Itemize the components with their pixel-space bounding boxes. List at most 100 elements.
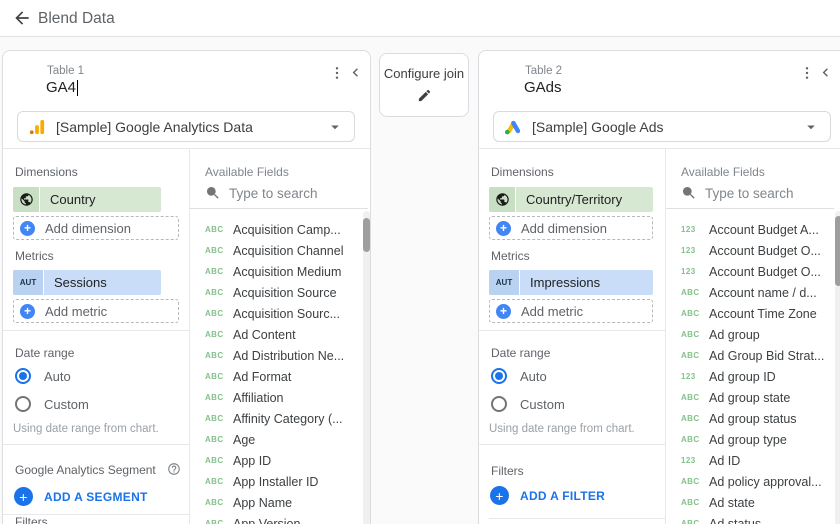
aggregation-badge: AUT bbox=[13, 270, 44, 295]
ga-segment-label: Google Analytics Segment bbox=[15, 463, 156, 477]
field-row[interactable]: ABC Affinity Category (... bbox=[205, 408, 361, 429]
date-custom-radio[interactable]: Custom bbox=[491, 396, 565, 412]
field-row[interactable]: ABC Ad group bbox=[681, 324, 833, 345]
dimension-chip-country-territory[interactable]: Country/Territory bbox=[489, 187, 653, 212]
field-type-icon: ABC bbox=[205, 519, 224, 524]
radio-selected-icon bbox=[15, 368, 31, 384]
field-row[interactable]: ABC Age bbox=[205, 429, 361, 450]
add-metric-button[interactable]: Add metric bbox=[13, 299, 179, 323]
field-type-icon: 123 bbox=[681, 372, 696, 381]
field-row[interactable]: ABC Account Time Zone bbox=[681, 303, 833, 324]
field-type-icon: 123 bbox=[681, 267, 696, 276]
table2-datasource-select[interactable]: [Sample] Google Ads bbox=[493, 111, 831, 142]
metric-chip-impressions[interactable]: AUT Impressions bbox=[489, 270, 653, 295]
field-row[interactable]: ABC Acquisition Channel bbox=[205, 240, 361, 261]
field-row[interactable]: ABC Ad group status bbox=[681, 408, 833, 429]
field-name: Ad group state bbox=[709, 390, 791, 405]
field-row[interactable]: ABC App Name bbox=[205, 492, 361, 513]
field-row[interactable]: ABC Ad Format bbox=[205, 366, 361, 387]
metric-chip-label: Impressions bbox=[530, 275, 601, 290]
metric-chip-sessions[interactable]: AUT Sessions bbox=[13, 270, 161, 295]
field-row[interactable]: ABC Acquisition Medium bbox=[205, 261, 361, 282]
field-type-icon: ABC bbox=[205, 288, 224, 297]
add-segment-button[interactable]: ADD A SEGMENT bbox=[14, 487, 148, 506]
field-name: Ad Group Bid Strat... bbox=[709, 348, 825, 363]
table1-more-options-icon[interactable] bbox=[328, 64, 345, 81]
field-row[interactable]: ABC Ad policy approval... bbox=[681, 471, 833, 492]
add-dimension-button[interactable]: Add dimension bbox=[13, 216, 179, 240]
edit-pencil-icon[interactable] bbox=[417, 88, 432, 108]
fields-search-input[interactable] bbox=[229, 185, 347, 201]
back-arrow-icon[interactable] bbox=[12, 8, 32, 28]
field-row[interactable]: ABC Acquisition Camp... bbox=[205, 219, 361, 240]
fields-scrollbar[interactable] bbox=[363, 211, 370, 524]
field-name: Account name / d... bbox=[709, 285, 817, 300]
field-type-icon: 123 bbox=[681, 246, 696, 255]
table1-name-input[interactable]: GA4 bbox=[46, 79, 79, 96]
date-auto-radio[interactable]: Auto bbox=[491, 368, 547, 384]
field-name: App ID bbox=[233, 453, 272, 468]
field-row[interactable]: 123 Account Budget A... bbox=[681, 219, 833, 240]
field-type-icon: ABC bbox=[205, 477, 224, 486]
field-row[interactable]: 123 Account Budget O... bbox=[681, 261, 833, 282]
dropdown-caret-icon bbox=[802, 118, 820, 136]
field-row[interactable]: ABC Ad group state bbox=[681, 387, 833, 408]
dimension-chip-label: Country bbox=[50, 192, 96, 207]
page-title: Blend Data bbox=[38, 10, 115, 27]
field-type-icon: ABC bbox=[681, 351, 700, 360]
field-row[interactable]: 123 Ad ID bbox=[681, 450, 833, 471]
table1-collapse-icon[interactable] bbox=[347, 64, 364, 81]
dimension-chip-label: Country/Territory bbox=[526, 192, 623, 207]
field-row[interactable]: ABC Acquisition Source bbox=[205, 282, 361, 303]
field-row[interactable]: ABC App ID bbox=[205, 450, 361, 471]
dimension-chip-country[interactable]: Country bbox=[13, 187, 161, 212]
field-type-icon: 123 bbox=[681, 225, 696, 234]
field-name: Ad group status bbox=[709, 411, 797, 426]
field-name: Acquisition Channel bbox=[233, 243, 344, 258]
aggregation-badge: AUT bbox=[489, 270, 520, 295]
globe-icon bbox=[489, 187, 516, 212]
field-row[interactable]: ABC Ad status bbox=[681, 513, 833, 524]
field-name: Acquisition Medium bbox=[233, 264, 342, 279]
field-row[interactable]: ABC Account name / d... bbox=[681, 282, 833, 303]
fields-scrollbar[interactable] bbox=[835, 211, 840, 524]
plus-icon bbox=[20, 220, 35, 236]
configure-join-card[interactable]: Configure join bbox=[379, 53, 469, 117]
date-auto-radio[interactable]: Auto bbox=[15, 368, 71, 384]
fields-search-input[interactable] bbox=[705, 185, 823, 201]
field-name: Ad Content bbox=[233, 327, 296, 342]
add-metric-button[interactable]: Add metric bbox=[489, 299, 653, 323]
field-row[interactable]: ABC Ad group type bbox=[681, 429, 833, 450]
field-row[interactable]: ABC Ad Distribution Ne... bbox=[205, 345, 361, 366]
field-row[interactable]: ABC Ad Group Bid Strat... bbox=[681, 345, 833, 366]
field-row[interactable]: ABC App Version bbox=[205, 513, 361, 524]
table2-more-options-icon[interactable] bbox=[798, 64, 815, 81]
scrollbar-thumb[interactable] bbox=[835, 216, 840, 286]
field-row[interactable]: ABC Ad state bbox=[681, 492, 833, 513]
help-icon[interactable] bbox=[165, 460, 182, 477]
field-row[interactable]: ABC Acquisition Sourc... bbox=[205, 303, 361, 324]
table2-name-input[interactable]: GAds bbox=[524, 79, 562, 96]
available-fields-list: ABC Acquisition Camp... ABC Acquisition … bbox=[205, 219, 361, 524]
table2-label: Table 2 bbox=[525, 65, 563, 77]
table2-datasource-name: [Sample] Google Ads bbox=[532, 118, 664, 135]
table2-collapse-icon[interactable] bbox=[817, 64, 834, 81]
table1-label: Table 1 bbox=[47, 65, 85, 77]
field-name: Account Budget A... bbox=[709, 222, 819, 237]
add-dimension-button[interactable]: Add dimension bbox=[489, 216, 653, 240]
field-type-icon: ABC bbox=[681, 477, 700, 486]
radio-unselected-icon bbox=[491, 396, 507, 412]
field-row[interactable]: ABC App Installer ID bbox=[205, 471, 361, 492]
field-row[interactable]: 123 Account Budget O... bbox=[681, 240, 833, 261]
field-name: App Name bbox=[233, 495, 293, 510]
scrollbar-thumb[interactable] bbox=[363, 218, 370, 252]
field-row[interactable]: ABC Affiliation bbox=[205, 387, 361, 408]
date-custom-radio[interactable]: Custom bbox=[15, 396, 89, 412]
add-filter-button[interactable]: ADD A FILTER bbox=[490, 486, 605, 505]
field-type-icon: ABC bbox=[205, 456, 224, 465]
field-row[interactable]: 123 Ad group ID bbox=[681, 366, 833, 387]
google-analytics-icon bbox=[28, 118, 46, 136]
field-row[interactable]: ABC Ad Content bbox=[205, 324, 361, 345]
field-name: App Installer ID bbox=[233, 474, 319, 489]
table1-datasource-select[interactable]: [Sample] Google Analytics Data bbox=[17, 111, 355, 142]
